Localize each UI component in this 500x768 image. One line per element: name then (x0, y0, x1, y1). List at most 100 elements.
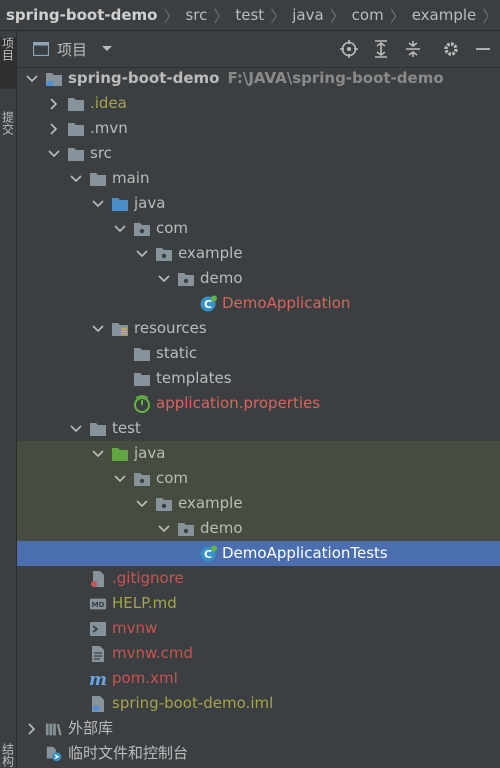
breadcrumb-item[interactable]: src (183, 6, 209, 24)
chevron-down-icon[interactable] (135, 241, 149, 266)
tree-item-label: test (112, 416, 141, 441)
tree-row[interactable]: spring-boot-demo.iml (17, 691, 500, 716)
breadcrumb-item[interactable]: com (350, 6, 386, 24)
tree-item-name: com (156, 469, 189, 487)
tree-row[interactable]: main (17, 166, 500, 191)
chevron-down-icon[interactable] (135, 491, 149, 516)
tree-row[interactable]: C DemoApplication (17, 291, 500, 316)
test-source-folder-icon (111, 445, 129, 462)
collapse-all-icon[interactable] (404, 40, 422, 58)
tree-item-label: demo (200, 266, 243, 291)
hide-icon[interactable] (474, 40, 492, 58)
tree-row[interactable]: java (17, 191, 500, 216)
tree-row[interactable]: 外部库 (17, 716, 500, 741)
folder-icon (133, 370, 151, 387)
tree-item-name: spring-boot-demo (68, 69, 220, 87)
breadcrumb-item[interactable]: java (290, 6, 325, 24)
tree-item-name: application.properties (156, 394, 321, 412)
tree-row[interactable]: java (17, 441, 500, 466)
tree-item-name: com (156, 219, 189, 237)
chevron-down-icon[interactable] (69, 166, 83, 191)
tree-row[interactable]: templates (17, 366, 500, 391)
tree-item-name: java (134, 444, 166, 462)
chevron-down-icon[interactable] (157, 266, 171, 291)
tab-project[interactable]: 项目 (0, 37, 16, 89)
tree-row[interactable]: spring-boot-demo F:\JAVA\spring-boot-demo (17, 66, 500, 91)
tree-row[interactable]: m pom.xml (17, 666, 500, 691)
tab-commit[interactable]: 提交 (0, 111, 16, 191)
tree-row[interactable]: .mvn (17, 116, 500, 141)
tree-row[interactable]: C DemoApplicationTests (17, 541, 500, 566)
breadcrumb-separator: 〉 (482, 7, 499, 26)
tree-row[interactable]: test (17, 416, 500, 441)
chevron-down-icon[interactable] (157, 516, 171, 541)
folder-icon (67, 95, 85, 112)
tree-item-label: src (90, 141, 112, 166)
breadcrumb-item[interactable]: example (410, 6, 479, 24)
tree-item-label: demo (200, 516, 243, 541)
chevron-down-icon[interactable] (47, 141, 61, 166)
chevron-down-icon[interactable] (91, 316, 105, 341)
expand-all-icon[interactable] (372, 40, 390, 58)
tree-row[interactable]: .gitignore (17, 566, 500, 591)
tree-row[interactable]: demo (17, 516, 500, 541)
tab-structure-label: 结构 (0, 743, 15, 767)
tree-row[interactable]: application.properties (17, 391, 500, 416)
chevron-down-icon[interactable] (113, 466, 127, 491)
tree-row[interactable]: mvnw (17, 616, 500, 641)
chevron-down-icon[interactable] (91, 441, 105, 466)
tree-item-name: DemoApplicationTests (222, 544, 388, 562)
breadcrumb-item[interactable]: test (233, 6, 266, 24)
gear-icon[interactable] (442, 40, 460, 58)
chevron-down-icon[interactable] (101, 45, 113, 53)
project-window-icon (33, 42, 49, 56)
tree-row[interactable]: static (17, 341, 500, 366)
tree-row[interactable]: MD HELP.md (17, 591, 500, 616)
breadcrumb-separator: 〉 (270, 7, 287, 26)
breadcrumb-item[interactable]: spring-boot-demo (0, 6, 159, 24)
chevron-right-icon[interactable] (25, 716, 39, 741)
tree-row[interactable]: resources (17, 316, 500, 341)
text-file-icon (89, 645, 107, 662)
tree-row[interactable]: example (17, 241, 500, 266)
tree-item-name: pom.xml (112, 669, 178, 687)
chevron-down-icon[interactable] (69, 416, 83, 441)
tree-item-label: main (112, 166, 149, 191)
project-tree: spring-boot-demo F:\JAVA\spring-boot-demo… (17, 66, 500, 766)
chevron-right-icon[interactable] (47, 116, 61, 141)
tree-row[interactable]: .idea (17, 91, 500, 116)
chevron-down-icon[interactable] (113, 216, 127, 241)
svg-text:m: m (89, 670, 107, 688)
tree-item-label: application.properties (156, 391, 320, 416)
tree-item-label: .idea (90, 91, 127, 116)
chevron-down-icon[interactable] (91, 191, 105, 216)
tree-item-name: mvnw.cmd (112, 644, 194, 662)
tab-structure[interactable]: 结构 (0, 743, 16, 768)
tree-item-name: java (134, 194, 166, 212)
tree-row[interactable]: demo (17, 266, 500, 291)
tree-row[interactable]: src (17, 141, 500, 166)
tree-item-label: mvnw (112, 616, 157, 641)
tree-item-name: example (178, 244, 243, 262)
chevron-down-icon[interactable] (25, 66, 39, 91)
tab-commit-label: 提交 (0, 111, 15, 135)
folder-icon (67, 145, 85, 162)
panel-title[interactable]: 项目 (57, 39, 87, 60)
locate-icon[interactable] (340, 40, 358, 58)
scratches-icon (45, 745, 63, 762)
package-icon (155, 495, 173, 512)
tree-row[interactable]: example (17, 491, 500, 516)
breadcrumb: spring-boot-demo 〉 src 〉 test 〉 java 〉 com 〉 examp… (0, 0, 500, 31)
package-icon (177, 520, 195, 537)
tree-row[interactable]: 临时文件和控制台 (17, 741, 500, 766)
shell-file-icon (89, 620, 107, 637)
tree-row[interactable]: com (17, 466, 500, 491)
tree-row[interactable]: com (17, 216, 500, 241)
tree-item-label: 外部库 (68, 716, 113, 741)
chevron-right-icon[interactable] (47, 91, 61, 116)
tree-item-name: .gitignore (112, 569, 184, 587)
project-panel-header: 项目 (17, 31, 500, 68)
tree-item-name: spring-boot-demo.iml (112, 694, 274, 712)
tree-row[interactable]: mvnw.cmd (17, 641, 500, 666)
tree-item-label: com (156, 466, 188, 491)
